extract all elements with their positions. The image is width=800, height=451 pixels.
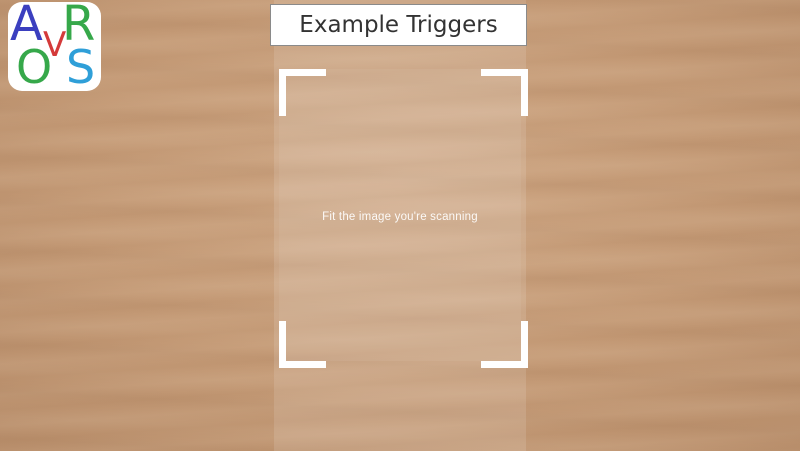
logo-letter-o: O	[16, 40, 53, 91]
camera-view: Fit the image you're scanning Example Tr…	[0, 0, 800, 451]
scan-frame-corner-bottom-right	[481, 321, 528, 368]
logo-letter-s: S	[66, 40, 96, 91]
scan-hint-text: Fit the image you're scanning	[322, 211, 478, 223]
app-logo: A R V O S	[8, 2, 101, 91]
scan-frame-corner-top-right	[481, 69, 528, 116]
scan-frame-corner-top-left	[279, 69, 326, 116]
example-triggers-button[interactable]: Example Triggers	[270, 4, 527, 46]
scan-frame-corner-bottom-left	[279, 321, 326, 368]
